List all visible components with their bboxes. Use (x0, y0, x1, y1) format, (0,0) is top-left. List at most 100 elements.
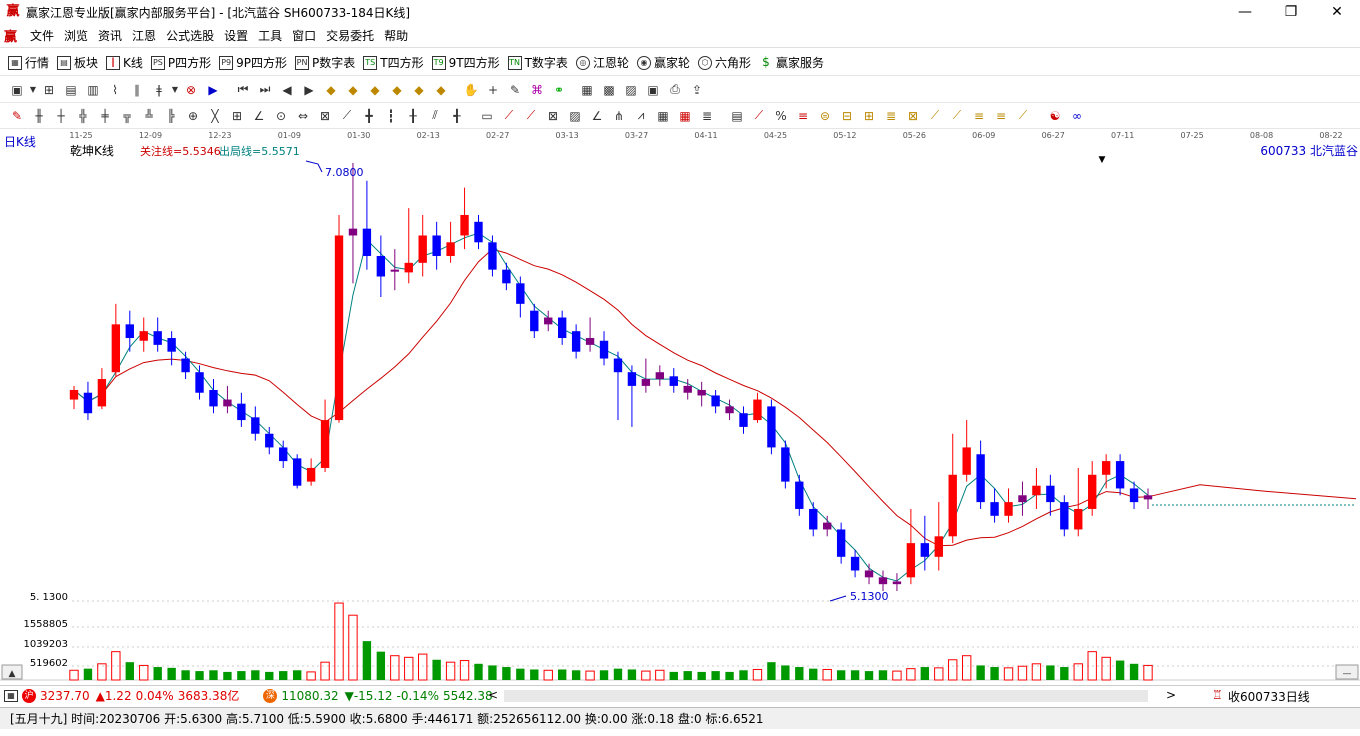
grid1-icon[interactable]: ╬ (72, 106, 94, 126)
palette-icon[interactable]: ⊞ (38, 80, 60, 100)
horizontal-scrollbar[interactable] (504, 690, 1148, 702)
toolbar-t-square[interactable]: TS T四方形 (363, 54, 424, 71)
menu-help[interactable]: 帮助 (384, 27, 408, 44)
menu-file[interactable]: 文件 (30, 27, 54, 44)
last-icon[interactable]: ⏭ (254, 80, 276, 100)
table-icon[interactable]: ▨ (620, 80, 642, 100)
layout-icon[interactable]: ▣ (6, 80, 28, 100)
gold1-icon[interactable]: ⊜ (814, 106, 836, 126)
bars-icon[interactable]: ┇ (380, 106, 402, 126)
angle2-icon[interactable]: ∠ (586, 106, 608, 126)
kline-chart[interactable]: 11-25 12-09 12-23 01-09 01-30 02-13 02-27 03-13… (0, 129, 1360, 685)
toolbar-p-square[interactable]: PS P四方形 (150, 54, 211, 71)
grid2-icon[interactable]: ╪ (94, 106, 116, 126)
menu-info[interactable]: 资讯 (98, 27, 122, 44)
grid5-icon[interactable]: ╠ (160, 106, 182, 126)
gold5-icon[interactable]: ⊠ (902, 106, 924, 126)
gann-box-icon[interactable]: ⊠ (542, 106, 564, 126)
channel-icon[interactable]: ⫽ (424, 106, 446, 126)
toolbar-t-numbers[interactable]: TN T数字表 (507, 54, 568, 71)
gold9-icon[interactable]: ≡ (990, 106, 1012, 126)
box-icon[interactable]: ⊠ (314, 106, 336, 126)
gold2-icon[interactable]: ⊟ (836, 106, 858, 126)
menu-tools[interactable]: 工具 (258, 27, 282, 44)
toolbar-kline[interactable]: ┃ K线 (106, 54, 143, 71)
grid6-icon[interactable]: ╳ (204, 106, 226, 126)
menu-gann[interactable]: 江恩 (132, 27, 156, 44)
print-icon[interactable]: ⎙ (664, 80, 686, 100)
hatch-icon[interactable]: ▨ (564, 106, 586, 126)
grid3-icon[interactable]: ╦ (116, 106, 138, 126)
columns-icon[interactable]: ∥ (126, 80, 148, 100)
toolbar-service[interactable]: $ 赢家服务 (759, 54, 824, 71)
yinyang-icon[interactable]: ☯ (1044, 106, 1066, 126)
menu-window[interactable]: 窗口 (292, 27, 316, 44)
gann-fan-icon[interactable]: ⟋ (520, 106, 542, 126)
diamond3-icon[interactable]: ◆ (364, 80, 386, 100)
trend-icon[interactable]: ⟋ (336, 106, 358, 126)
line-chart-icon[interactable]: ⌇ (104, 80, 126, 100)
scroll-left-icon[interactable]: < (488, 688, 498, 702)
calc-icon[interactable]: ▩ (598, 80, 620, 100)
diamond4-icon[interactable]: ◆ (386, 80, 408, 100)
toolbar-winner-wheel[interactable]: ◉ 赢家轮 (636, 54, 690, 71)
grid9-icon[interactable]: ╂ (402, 106, 424, 126)
ratio-icon[interactable]: ≡ (792, 106, 814, 126)
toolbar-hexagon[interactable]: ⬡ 六角形 (697, 54, 751, 71)
line-icon[interactable]: ⟋ (498, 106, 520, 126)
target-icon[interactable]: ⊙ (270, 106, 292, 126)
gold4-icon[interactable]: ≣ (880, 106, 902, 126)
gold10-icon[interactable]: ⟋ (1012, 106, 1034, 126)
cursor-icon[interactable]: ▶ (202, 80, 224, 100)
grid-icon[interactable]: ▦ (4, 689, 18, 702)
zoom-icon[interactable]: ⊗ (180, 80, 202, 100)
fan-icon[interactable]: ⌘ (526, 80, 548, 100)
hline-icon[interactable]: ╫ (28, 106, 50, 126)
menu-browse[interactable]: 浏览 (64, 27, 88, 44)
pattern-icon[interactable]: ⚭ (548, 80, 570, 100)
gold3-icon[interactable]: ⊞ (858, 106, 880, 126)
toolbar-blocks[interactable]: ▤ 板块 (57, 54, 98, 71)
toolbar-9p-square[interactable]: P9 9P四方形 (219, 54, 287, 71)
first-icon[interactable]: ⏮ (232, 80, 254, 100)
next-icon[interactable]: ▶ (298, 80, 320, 100)
dropdown-arrow-icon[interactable]: ▼ (28, 80, 38, 100)
vline-icon[interactable]: ┼ (50, 106, 72, 126)
save-icon[interactable]: ▣ (642, 80, 664, 100)
fib2-icon[interactable]: ⟋ (748, 106, 770, 126)
table2-icon[interactable]: ▤ (726, 106, 748, 126)
percent-icon[interactable]: % (770, 106, 792, 126)
circle-icon[interactable]: ⊕ (182, 106, 204, 126)
menu-formula[interactable]: 公式选股 (166, 27, 214, 44)
diamond6-icon[interactable]: ◆ (430, 80, 452, 100)
toolbar-p-numbers[interactable]: PN P数字表 (295, 54, 355, 71)
gold7-icon[interactable]: ⟋ (946, 106, 968, 126)
gold8-icon[interactable]: ≡ (968, 106, 990, 126)
grid11-icon[interactable]: ▦ (652, 106, 674, 126)
crosshair-icon[interactable]: + (482, 80, 504, 100)
dropdown2-arrow-icon[interactable]: ▼ (170, 80, 180, 100)
candle-switch-icon[interactable]: ǂ (148, 80, 170, 100)
grid8-icon[interactable]: ╋ (358, 106, 380, 126)
rect-icon[interactable]: ▭ (476, 106, 498, 126)
prev-icon[interactable]: ◀ (276, 80, 298, 100)
arrows-icon[interactable]: ⇔ (292, 106, 314, 126)
grid4-icon[interactable]: ╩ (138, 106, 160, 126)
toolbar-9t-square[interactable]: T9 9T四方形 (431, 54, 500, 71)
infinity-icon[interactable]: ∞ (1066, 106, 1088, 126)
toolbar-quotes[interactable]: ▦ 行情 (8, 54, 49, 71)
menu-trade[interactable]: 交易委托 (326, 27, 374, 44)
diamond5-icon[interactable]: ◆ (408, 80, 430, 100)
gold6-icon[interactable]: ⟋ (924, 106, 946, 126)
minimize-button[interactable]: — (1222, 0, 1268, 24)
calendar-icon[interactable]: ▦ (576, 80, 598, 100)
menu-settings[interactable]: 设置 (224, 27, 248, 44)
export-icon[interactable]: ⇪ (686, 80, 708, 100)
fib-icon[interactable]: ≣ (696, 106, 718, 126)
zigzag-icon[interactable]: ⩘ (630, 106, 652, 126)
grid10-icon[interactable]: ╉ (446, 106, 468, 126)
fork-icon[interactable]: ⋔ (608, 106, 630, 126)
menu-logo-icon[interactable]: 赢 (4, 26, 20, 45)
grid7-icon[interactable]: ⊞ (226, 106, 248, 126)
restore-button[interactable]: ❐ (1268, 0, 1314, 24)
